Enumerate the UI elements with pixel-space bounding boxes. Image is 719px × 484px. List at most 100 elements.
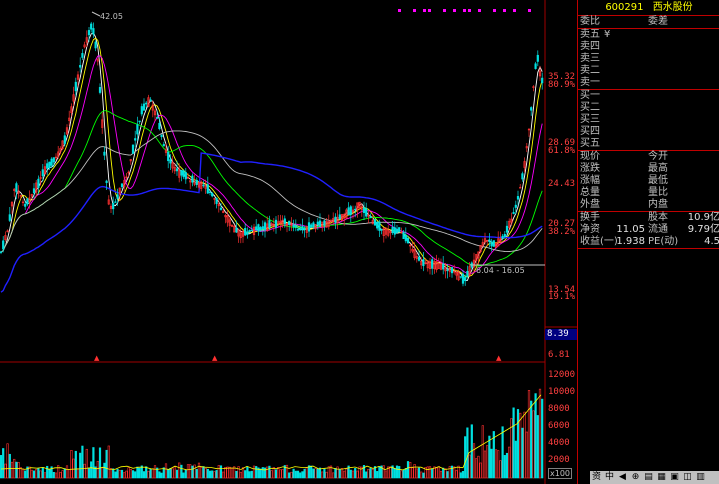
volume-bar bbox=[187, 465, 189, 478]
volume-bar bbox=[172, 469, 174, 478]
candle-body bbox=[207, 185, 209, 193]
volume-bar bbox=[379, 467, 381, 478]
volume-bar bbox=[218, 465, 220, 478]
candle-body bbox=[46, 164, 48, 169]
toolbar-button[interactable]: ◫ bbox=[681, 471, 694, 484]
volume-bar bbox=[167, 469, 169, 478]
volume-bar bbox=[60, 472, 62, 478]
candle-body bbox=[354, 209, 356, 210]
sell-level-row[interactable]: 卖三 bbox=[578, 53, 719, 65]
volume-bar bbox=[145, 467, 147, 478]
buy-level-row[interactable]: 买五 bbox=[578, 138, 719, 150]
volume-unit-button[interactable]: x100 bbox=[548, 468, 572, 479]
volume-bar bbox=[321, 472, 323, 478]
volume-bar bbox=[108, 446, 110, 478]
volume-bar bbox=[216, 470, 218, 478]
volume-bar bbox=[385, 471, 387, 478]
volume-bar bbox=[73, 459, 75, 478]
volume-bar bbox=[390, 467, 392, 478]
quote-label: 涨跌 bbox=[580, 163, 600, 175]
candle-body bbox=[117, 195, 119, 199]
candle-body bbox=[504, 234, 506, 236]
candle-body bbox=[308, 223, 310, 232]
moving-average-line bbox=[1, 38, 542, 277]
quote-panel: 600291 西水股份 委比 委差 卖五 ¥ 卖四 卖三 卖二 卖一 买一 买二 买三 买四 买五… bbox=[577, 0, 719, 484]
volume-bar bbox=[266, 467, 268, 478]
volume-bar bbox=[458, 466, 460, 478]
volume-bar bbox=[240, 472, 242, 478]
volume-bar bbox=[273, 467, 275, 478]
candle-body bbox=[192, 176, 194, 182]
candle-body bbox=[464, 277, 466, 281]
order-ratio-row: 委比 委差 bbox=[578, 16, 719, 28]
volume-bar bbox=[319, 468, 321, 478]
volume-bar bbox=[150, 469, 152, 478]
fundamental-value-2: 10.9亿 bbox=[688, 212, 719, 224]
volume-bar bbox=[403, 470, 405, 478]
candle-body bbox=[121, 184, 123, 187]
volume-bar bbox=[130, 469, 132, 478]
volume-bar bbox=[328, 467, 330, 478]
volume-bar bbox=[282, 469, 284, 478]
candle-body bbox=[203, 185, 205, 186]
order-diff-label: 委差 bbox=[648, 16, 668, 28]
volume-bar bbox=[176, 470, 178, 478]
volume-bar bbox=[148, 471, 150, 478]
candle-body bbox=[295, 226, 297, 228]
sell-level-row[interactable]: 卖四 bbox=[578, 41, 719, 53]
volume-axis-label: 4000 bbox=[548, 438, 570, 448]
buy-level-row[interactable]: 买三 bbox=[578, 114, 719, 126]
fundamental-row: 净资 11.05 流通 9.79亿 bbox=[578, 224, 719, 236]
volume-bar bbox=[449, 466, 451, 478]
candle-body bbox=[447, 270, 449, 271]
candle-body bbox=[170, 160, 172, 163]
volume-bar bbox=[337, 467, 339, 478]
volume-bar bbox=[264, 468, 266, 478]
volume-axis-label: 10000 bbox=[548, 387, 575, 397]
toolbar-button[interactable]: ▤ bbox=[642, 471, 655, 484]
toolbar-button[interactable]: 中 bbox=[603, 471, 616, 484]
candle-body bbox=[317, 222, 319, 225]
volume-bar bbox=[49, 469, 51, 478]
toolbar-button[interactable]: ◀ bbox=[616, 471, 629, 484]
volume-bar bbox=[343, 471, 345, 478]
price-axis-label: 19.1% bbox=[548, 292, 575, 302]
volume-bar bbox=[308, 466, 310, 478]
sell-level-row[interactable]: 卖五 ¥ bbox=[578, 29, 719, 41]
buy-level-row[interactable]: 买四 bbox=[578, 126, 719, 138]
volume-bar bbox=[121, 470, 123, 478]
fundamental-label: 收益(一) bbox=[580, 236, 618, 248]
volume-bar bbox=[442, 468, 444, 478]
moving-average-line bbox=[1, 33, 542, 281]
candle-body bbox=[51, 159, 53, 165]
volume-bar bbox=[429, 467, 431, 478]
kline-chart[interactable]: ▲ ▲ ▲ 42.05 6.04 - 16.05 35.32 80.9% 28.69 61… bbox=[0, 0, 577, 484]
volume-bar bbox=[306, 468, 308, 478]
toolbar-button[interactable]: ▣ bbox=[668, 471, 681, 484]
candle-body bbox=[493, 241, 495, 247]
signal-marker: ▲ bbox=[212, 354, 218, 362]
volume-bar bbox=[251, 471, 253, 478]
volume-bar bbox=[84, 464, 86, 478]
volume-bar bbox=[280, 470, 282, 478]
sell-level-label: 卖五 bbox=[580, 29, 600, 41]
buy-level-row[interactable]: 买二 bbox=[578, 102, 719, 114]
volume-bar bbox=[220, 466, 222, 478]
current-price-badge: 8.39 bbox=[545, 329, 578, 340]
toolbar-button[interactable]: ⊕ bbox=[629, 471, 642, 484]
candle-body bbox=[163, 144, 165, 146]
volume-bar bbox=[189, 465, 191, 478]
toolbar-button[interactable]: ▥ bbox=[694, 471, 707, 484]
sell-level-row[interactable]: 卖二 bbox=[578, 65, 719, 77]
buy-level-row[interactable]: 买一 bbox=[578, 90, 719, 102]
quote-row: 涨幅 最低 bbox=[578, 175, 719, 187]
toolbar-button[interactable]: ▦ bbox=[655, 471, 668, 484]
candle-body bbox=[209, 192, 211, 193]
volume-bar bbox=[104, 463, 106, 478]
toolbar-button[interactable]: 资 bbox=[590, 471, 603, 484]
candle-body bbox=[284, 219, 286, 224]
volume-bar bbox=[222, 472, 224, 478]
volume-bar bbox=[183, 473, 185, 478]
sell-level-row[interactable]: 卖一 bbox=[578, 77, 719, 89]
quote-label-2: 今开 bbox=[648, 151, 668, 163]
